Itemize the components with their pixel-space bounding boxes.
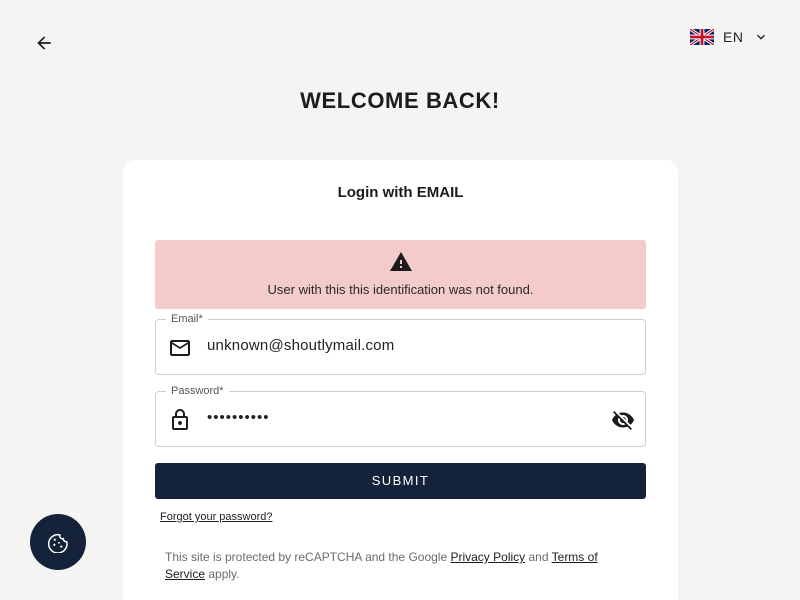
- lock-icon: [172, 409, 188, 430]
- password-value[interactable]: ••••••••••: [207, 409, 270, 426]
- login-card-title: Login with EMAIL: [337, 184, 464, 201]
- password-label: Password*: [166, 384, 229, 398]
- uk-flag-icon: [690, 29, 714, 45]
- privacy-policy-link[interactable]: Privacy Policy: [450, 550, 525, 564]
- language-code: EN: [723, 29, 744, 45]
- mail-icon: [170, 340, 190, 356]
- page-title: WELCOME BACK!: [300, 88, 500, 113]
- recaptcha-suffix: apply.: [205, 567, 240, 581]
- submit-button[interactable]: SUBMIT: [155, 463, 646, 499]
- cookie-settings-button[interactable]: [30, 514, 86, 570]
- password-field[interactable]: Password* ••••••••••: [155, 384, 646, 447]
- login-card: Login with EMAIL User with this this ide…: [123, 160, 678, 600]
- eye-off-icon[interactable]: [611, 408, 635, 432]
- chevron-down-icon: [757, 34, 766, 40]
- back-button[interactable]: [32, 31, 56, 55]
- email-field[interactable]: Email* unknown@shoutlymail.com: [155, 312, 646, 375]
- recaptcha-middle: and: [525, 550, 552, 564]
- language-selector[interactable]: EN: [690, 27, 769, 47]
- error-alert: User with this this identification was n…: [155, 240, 646, 309]
- warning-icon: [390, 252, 412, 271]
- cookie-icon: [47, 533, 68, 553]
- recaptcha-prefix: This site is protected by reCAPTCHA and …: [165, 550, 451, 564]
- recaptcha-notice: This site is protected by reCAPTCHA and …: [165, 549, 635, 583]
- email-label: Email*: [166, 312, 208, 326]
- arrow-left-icon: [37, 36, 51, 50]
- email-value[interactable]: unknown@shoutlymail.com: [207, 337, 394, 354]
- forgot-password-link[interactable]: Forgot your password?: [160, 511, 273, 523]
- alert-message: User with this this identification was n…: [267, 282, 534, 297]
- login-page: EN WELCOME BACK! Login with EMAIL User w…: [0, 0, 800, 600]
